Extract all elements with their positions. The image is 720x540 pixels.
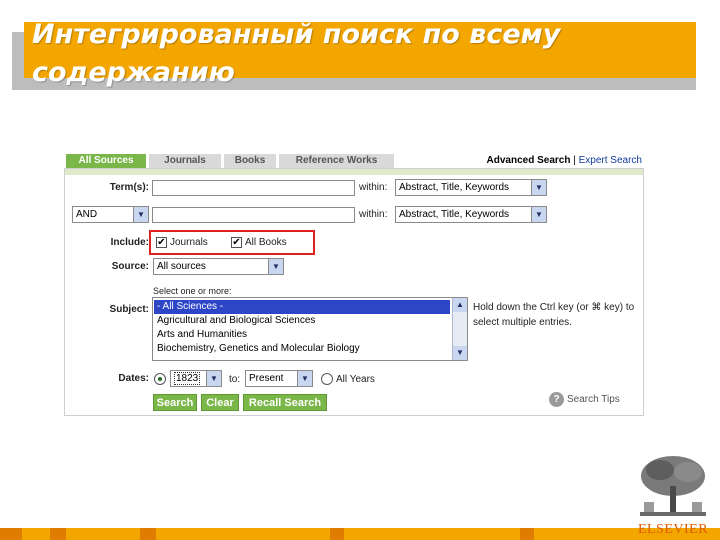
all-years-label: All Years xyxy=(336,374,375,385)
footer-accent xyxy=(330,528,344,540)
chevron-down-icon: ▼ xyxy=(268,259,283,274)
date-to-select[interactable]: Present ▼ xyxy=(245,370,313,387)
operator-select-value: AND xyxy=(76,209,98,220)
within-label-1: within: xyxy=(359,182,388,193)
slide-title: Интегрированный поиск по всему содержани… xyxy=(32,19,561,88)
chevron-down-icon: ▼ xyxy=(133,207,148,222)
source-tabs: All Sources Journals Books Reference Wor… xyxy=(64,152,644,168)
search-mode-links: Advanced Search | Expert Search xyxy=(487,154,642,168)
within-select-2[interactable]: Abstract, Title, Keywords ▼ xyxy=(395,206,547,223)
all-years-radio[interactable] xyxy=(321,373,333,385)
advanced-search-link[interactable]: Advanced Search xyxy=(487,155,571,166)
subject-hint: Hold down the Ctrl key (or ⌘ key) to sel… xyxy=(473,302,635,328)
tab-reference-works[interactable]: Reference Works xyxy=(279,154,394,168)
search-tips-link[interactable]: Search Tips xyxy=(567,393,620,407)
dates-label: Dates: xyxy=(118,373,149,384)
subject-option[interactable]: Agricultural and Biological Sciences xyxy=(154,314,450,328)
term-input-1[interactable] xyxy=(152,180,355,196)
books-checkbox[interactable]: ✔ xyxy=(231,237,242,248)
recall-search-button[interactable]: Recall Search xyxy=(243,394,327,411)
subject-option[interactable]: Arts and Humanities xyxy=(154,328,450,342)
subject-listbox[interactable]: - All Sciences - Agricultural and Biolog… xyxy=(152,297,468,361)
link-separator: | xyxy=(573,155,576,166)
subject-scrollbar[interactable]: ▲ ▼ xyxy=(452,298,467,360)
scroll-down-icon[interactable]: ▼ xyxy=(453,346,467,360)
subject-option[interactable]: Biochemistry, Genetics and Molecular Bio… xyxy=(154,342,450,356)
chevron-down-icon: ▼ xyxy=(531,207,546,222)
elsevier-wordmark: ELSEVIER xyxy=(637,522,709,537)
chevron-down-icon: ▼ xyxy=(206,371,221,386)
books-checkbox-label: All Books xyxy=(245,237,287,248)
chevron-down-icon: ▼ xyxy=(297,371,312,386)
source-label: Source: xyxy=(111,261,149,272)
chevron-down-icon: ▼ xyxy=(531,180,546,195)
form-header-strip xyxy=(65,169,643,175)
footer-bar xyxy=(0,528,720,540)
tab-books[interactable]: Books xyxy=(224,154,276,168)
search-form: Term(s): within: Abstract, Title, Keywor… xyxy=(64,168,644,416)
footer-accent xyxy=(0,528,22,540)
within-select-1-value: Abstract, Title, Keywords xyxy=(399,182,510,193)
journals-checkbox[interactable]: ✔ xyxy=(156,237,167,248)
clear-button[interactable]: Clear xyxy=(201,394,239,411)
within-select-2-value: Abstract, Title, Keywords xyxy=(399,209,510,220)
date-to-value: Present xyxy=(249,373,284,384)
scroll-up-icon[interactable]: ▲ xyxy=(453,298,467,312)
date-from-select[interactable]: 1823 ▼ xyxy=(170,370,222,387)
subject-label: Subject: xyxy=(109,304,149,315)
source-select[interactable]: All sources ▼ xyxy=(153,258,284,275)
search-panel: All Sources Journals Books Reference Wor… xyxy=(64,152,644,416)
within-select-1[interactable]: Abstract, Title, Keywords ▼ xyxy=(395,179,547,196)
footer-accent xyxy=(50,528,66,540)
date-from-value: 1823 xyxy=(174,372,201,385)
term-input-2[interactable] xyxy=(152,207,355,223)
source-select-value: All sources xyxy=(157,261,206,272)
date-range-radio[interactable] xyxy=(154,373,166,385)
subject-option[interactable]: - All Sciences - xyxy=(154,300,450,314)
to-label: to: xyxy=(229,374,241,385)
help-icon[interactable]: ? xyxy=(549,392,564,407)
tab-all-sources[interactable]: All Sources xyxy=(66,154,146,168)
footer-accent xyxy=(520,528,534,540)
expert-search-link[interactable]: Expert Search xyxy=(579,155,642,166)
terms-label: Term(s): xyxy=(109,182,149,193)
select-hint: Select one or more: xyxy=(153,286,232,296)
include-label: Include: xyxy=(110,237,149,248)
journals-checkbox-label: Journals xyxy=(170,237,208,248)
within-label-2: within: xyxy=(359,209,388,220)
footer-accent xyxy=(140,528,156,540)
search-button[interactable]: Search xyxy=(153,394,197,411)
operator-select[interactable]: AND ▼ xyxy=(72,206,149,223)
tab-journals[interactable]: Journals xyxy=(149,154,221,168)
